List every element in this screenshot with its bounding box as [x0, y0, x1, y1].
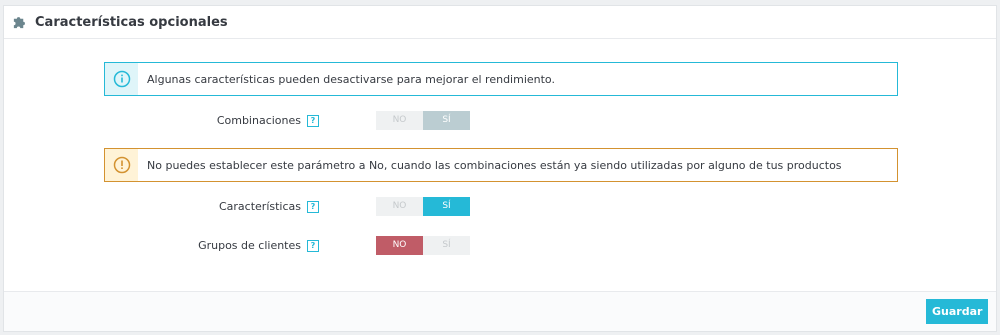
features-label: Características ?	[219, 200, 319, 213]
panel-title: Características opcionales	[35, 15, 228, 30]
save-button[interactable]: Guardar	[926, 299, 988, 324]
help-icon[interactable]: ?	[307, 200, 319, 213]
info-alert-text: Algunas características pueden desactiva…	[147, 73, 555, 86]
warning-alert-text: No puedes establecer este parámetro a No…	[147, 159, 842, 172]
puzzle-icon	[13, 17, 25, 29]
customer-groups-yes-option[interactable]: SÍ	[423, 236, 470, 255]
combinations-label: Combinaciones ?	[217, 114, 319, 127]
warning-icon	[113, 156, 131, 174]
features-yes-option[interactable]: SÍ	[423, 197, 470, 216]
help-icon[interactable]: ?	[307, 239, 319, 252]
customer-groups-no-option[interactable]: NO	[376, 236, 423, 255]
combinations-yes-option[interactable]: SÍ	[423, 111, 470, 130]
panel-header: Características opcionales	[4, 6, 996, 39]
help-icon[interactable]: ?	[307, 114, 319, 127]
info-alert: Algunas características pueden desactiva…	[104, 62, 898, 96]
optional-features-panel: Características opcionales Algunas carac…	[3, 5, 997, 332]
features-switch[interactable]: NO SÍ	[376, 197, 470, 216]
warning-alert: No puedes establecer este parámetro a No…	[104, 148, 898, 182]
info-icon	[113, 70, 131, 88]
customer-groups-label: Grupos de clientes ?	[198, 239, 319, 252]
combinations-switch[interactable]: NO SÍ	[376, 111, 470, 130]
combinations-no-option[interactable]: NO	[376, 111, 423, 130]
panel-footer: Guardar	[4, 291, 996, 331]
customer-groups-switch[interactable]: NO SÍ	[376, 236, 470, 255]
features-no-option[interactable]: NO	[376, 197, 423, 216]
